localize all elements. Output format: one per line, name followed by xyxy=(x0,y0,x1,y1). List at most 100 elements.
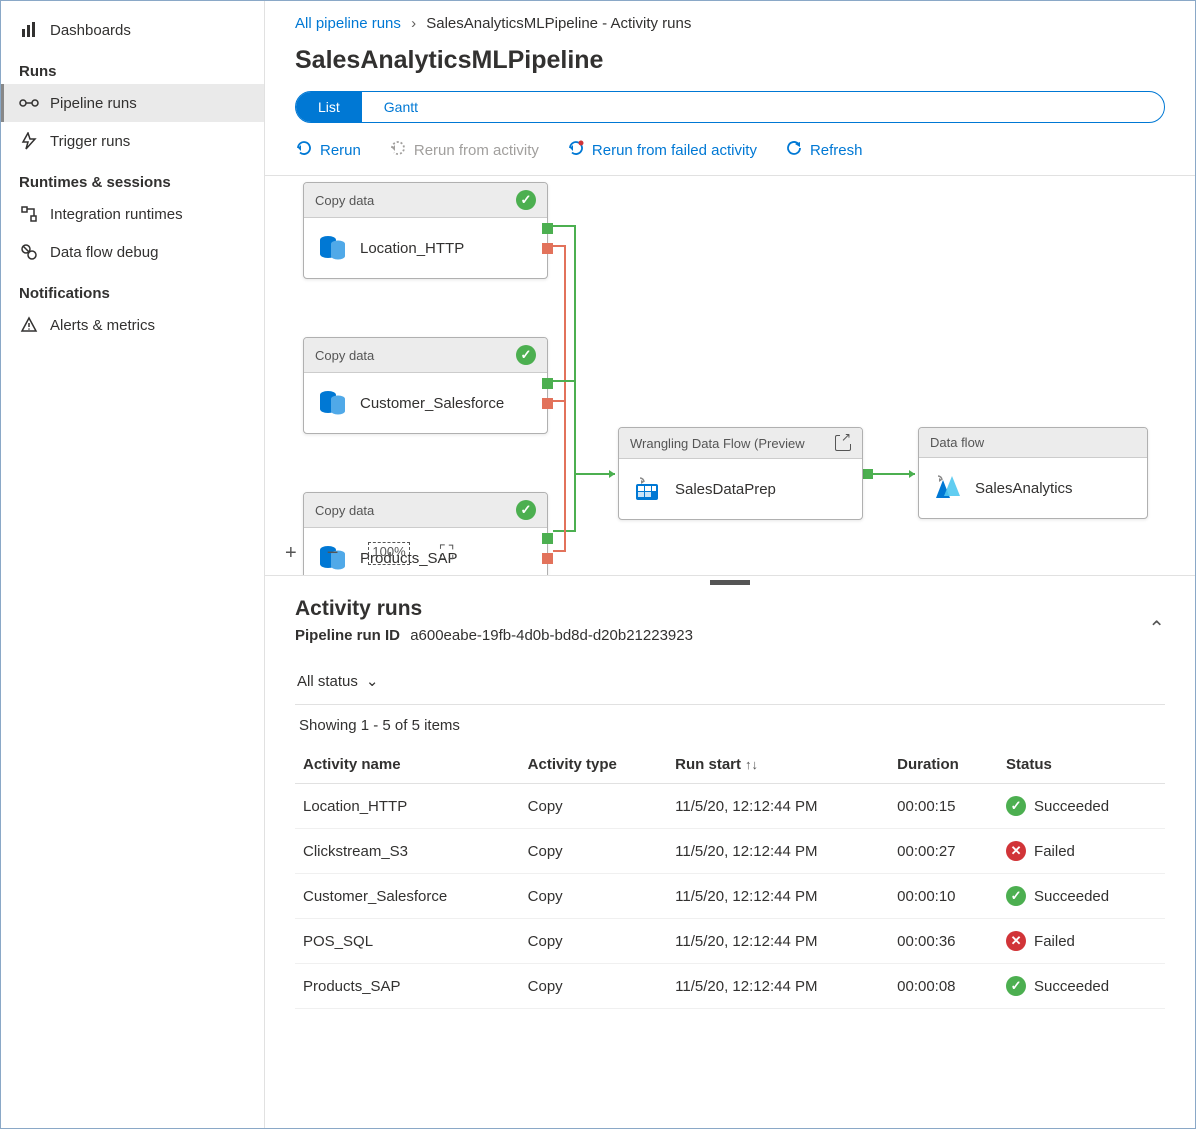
table-row[interactable]: Customer_SalesforceCopy11/5/20, 12:12:44… xyxy=(295,874,1165,919)
sidebar-label: Trigger runs xyxy=(50,133,130,150)
table-row[interactable]: Products_SAPCopy11/5/20, 12:12:44 PM00:0… xyxy=(295,964,1165,1009)
zoom-out-button[interactable]: − xyxy=(327,542,339,565)
run-id-label: Pipeline run ID xyxy=(295,627,400,644)
cell-type: Copy xyxy=(520,964,668,1009)
action-label: Rerun from failed activity xyxy=(592,142,757,159)
dataflow-icon xyxy=(932,473,962,503)
item-count: Showing 1 - 5 of 5 items xyxy=(295,705,1165,746)
failure-port xyxy=(542,398,553,409)
runtime-icon xyxy=(19,204,39,224)
status-success-icon: ✓ xyxy=(1006,796,1026,816)
fit-screen-button[interactable]: ⛶ xyxy=(440,542,454,565)
node-header-label: Copy data xyxy=(315,348,374,363)
pipeline-icon xyxy=(19,93,39,113)
activity-node-sales-data-prep[interactable]: Wrangling Data Flow (Preview SalesDataPr… xyxy=(618,427,863,520)
failure-port xyxy=(542,243,553,254)
dashboard-icon xyxy=(19,20,39,40)
refresh-button[interactable]: Refresh xyxy=(785,139,863,161)
sidebar: Dashboards Runs Pipeline runs Trigger ru… xyxy=(1,1,265,1128)
activity-node-location-http[interactable]: Copy data✓ Location_HTTP xyxy=(303,182,548,279)
table-row[interactable]: Location_HTTPCopy11/5/20, 12:12:44 PM00:… xyxy=(295,784,1165,829)
cell-start: 11/5/20, 12:12:44 PM xyxy=(667,874,889,919)
cell-name: Location_HTTP xyxy=(295,784,520,829)
activity-node-sales-analytics[interactable]: Data flow SalesAnalytics xyxy=(918,427,1148,519)
breadcrumb-link[interactable]: All pipeline runs xyxy=(295,15,401,32)
col-duration[interactable]: Duration xyxy=(889,746,998,784)
cell-name: Customer_Salesforce xyxy=(295,874,520,919)
sidebar-item-trigger-runs[interactable]: Trigger runs xyxy=(1,122,264,160)
status-filter-dropdown[interactable]: All status ⌄ xyxy=(295,668,380,694)
pipeline-canvas[interactable]: Copy data✓ Location_HTTP Copy data ✓ Cust… xyxy=(265,176,1195,576)
cell-type: Copy xyxy=(520,919,668,964)
cell-type: Copy xyxy=(520,829,668,874)
cell-type: Copy xyxy=(520,784,668,829)
view-toggle-list[interactable]: List xyxy=(296,92,362,122)
sort-icon: ↑↓ xyxy=(745,757,758,772)
canvas-controls: + − 100% ⛶ xyxy=(285,542,454,565)
node-header-label: Data flow xyxy=(930,435,984,450)
cell-duration: 00:00:08 xyxy=(889,964,998,1009)
open-external-icon[interactable] xyxy=(835,435,851,451)
filter-label: All status xyxy=(297,673,358,690)
sidebar-label: Dashboards xyxy=(50,22,131,39)
cell-type: Copy xyxy=(520,874,668,919)
sidebar-item-integration-runtimes[interactable]: Integration runtimes xyxy=(1,195,264,233)
zoom-in-button[interactable]: + xyxy=(285,542,297,565)
col-status[interactable]: Status xyxy=(998,746,1165,784)
rerun-from-activity-button: Rerun from activity xyxy=(389,139,539,161)
view-toggle-gantt[interactable]: Gantt xyxy=(362,92,440,122)
col-activity-type[interactable]: Activity type xyxy=(520,746,668,784)
cell-start: 11/5/20, 12:12:44 PM xyxy=(667,829,889,874)
cell-start: 11/5/20, 12:12:44 PM xyxy=(667,784,889,829)
database-icon xyxy=(317,233,347,263)
sidebar-item-alerts-metrics[interactable]: Alerts & metrics xyxy=(1,306,264,344)
rerun-from-failed-button[interactable]: Rerun from failed activity xyxy=(567,139,757,161)
zoom-reset-button[interactable]: 100% xyxy=(368,542,409,565)
cell-status: ✓Succeeded xyxy=(998,964,1165,1009)
status-success-icon: ✓ xyxy=(516,345,536,365)
node-title: Customer_Salesforce xyxy=(360,395,504,412)
status-success-icon: ✓ xyxy=(516,500,536,520)
cell-duration: 00:00:27 xyxy=(889,829,998,874)
cell-status: ✓Succeeded xyxy=(998,784,1165,829)
status-success-icon: ✓ xyxy=(1006,886,1026,906)
activity-node-customer-salesforce[interactable]: Copy data ✓ Customer_Salesforce xyxy=(303,337,548,434)
collapse-panel-button[interactable]: ⌃ xyxy=(1148,616,1165,641)
node-header-label: Copy data xyxy=(315,503,374,518)
rerun-button[interactable]: Rerun xyxy=(295,139,361,161)
node-title: SalesDataPrep xyxy=(675,481,776,498)
cell-start: 11/5/20, 12:12:44 PM xyxy=(667,919,889,964)
col-run-start[interactable]: Run start↑↓ xyxy=(667,746,889,784)
node-header-label: Wrangling Data Flow (Preview xyxy=(630,436,805,451)
success-port xyxy=(542,378,553,389)
sidebar-label: Data flow debug xyxy=(50,244,158,261)
cell-duration: 00:00:10 xyxy=(889,874,998,919)
trigger-icon xyxy=(19,131,39,151)
table-row[interactable]: POS_SQLCopy11/5/20, 12:12:44 PM00:00:36✕… xyxy=(295,919,1165,964)
sidebar-item-dataflow-debug[interactable]: Data flow debug xyxy=(1,233,264,271)
rerun-icon xyxy=(295,139,313,161)
action-label: Refresh xyxy=(810,142,863,159)
sidebar-item-dashboards[interactable]: Dashboards xyxy=(1,11,264,49)
rerun-failed-icon xyxy=(567,139,585,161)
page-title: SalesAnalyticsMLPipeline xyxy=(265,32,1195,85)
activity-runs-panel: Activity runs Pipeline run ID a600eabe-1… xyxy=(265,585,1195,1128)
table-row[interactable]: Clickstream_S3Copy11/5/20, 12:12:44 PM00… xyxy=(295,829,1165,874)
col-activity-name[interactable]: Activity name xyxy=(295,746,520,784)
action-bar: Rerun Rerun from activity Rerun from fai… xyxy=(265,133,1195,176)
breadcrumb: All pipeline runs › SalesAnalyticsMLPipe… xyxy=(265,1,1195,32)
debug-icon xyxy=(19,242,39,262)
status-success-icon: ✓ xyxy=(1006,976,1026,996)
sidebar-label: Alerts & metrics xyxy=(50,317,155,334)
action-label: Rerun xyxy=(320,142,361,159)
cell-duration: 00:00:15 xyxy=(889,784,998,829)
node-title: SalesAnalytics xyxy=(975,480,1073,497)
activity-runs-title: Activity runs xyxy=(295,597,693,621)
sidebar-item-pipeline-runs[interactable]: Pipeline runs xyxy=(1,84,264,122)
refresh-icon xyxy=(785,139,803,161)
dataprep-icon xyxy=(632,474,662,504)
status-failed-icon: ✕ xyxy=(1006,841,1026,861)
status-success-icon: ✓ xyxy=(516,190,536,210)
cell-name: POS_SQL xyxy=(295,919,520,964)
breadcrumb-separator: › xyxy=(411,15,416,32)
